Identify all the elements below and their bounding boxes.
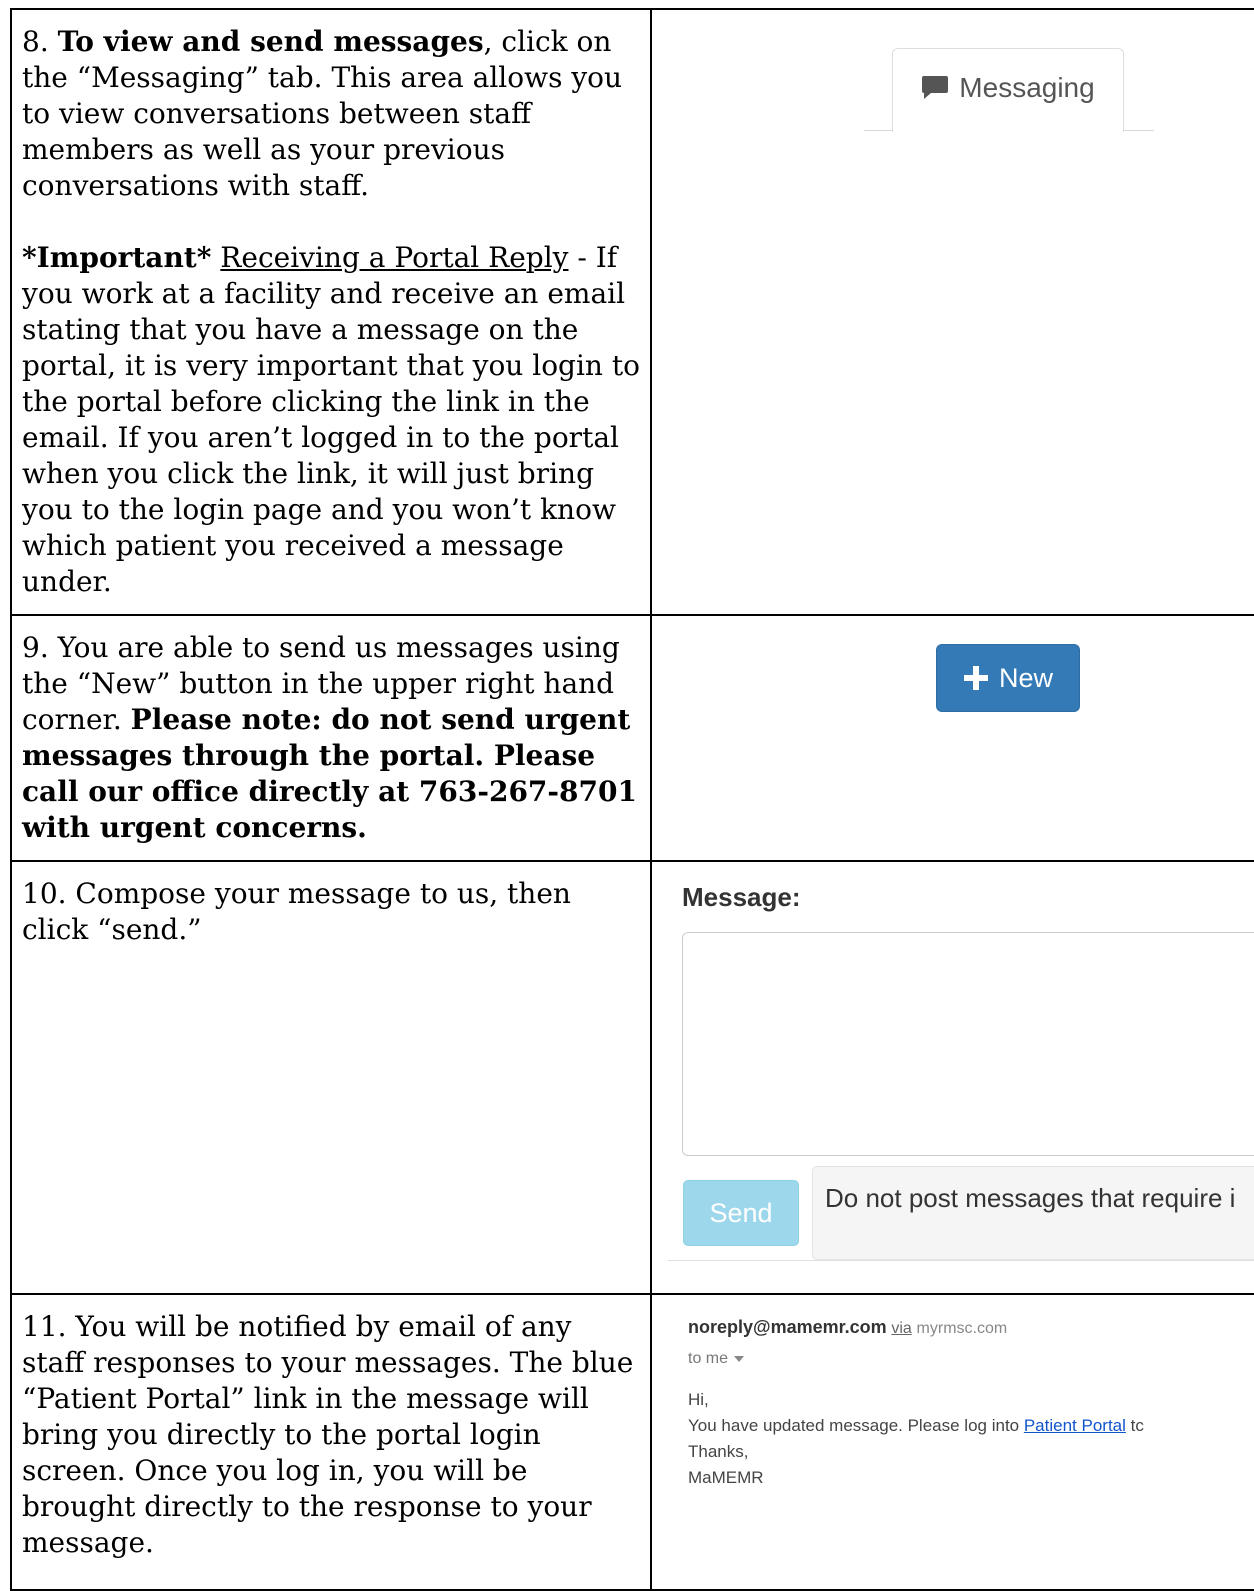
important-heading: Receiving a Portal Reply — [220, 241, 569, 274]
email-from: noreply@mamemr.com — [688, 1317, 887, 1337]
compose-divider — [668, 1260, 1254, 1261]
step-8-number: 8. — [22, 25, 49, 58]
step-9-row: 9. You are able to send us messages usin… — [10, 614, 1254, 862]
new-button-label: New — [998, 662, 1053, 693]
step-10-text-cell: 10. Compose your message to us, then cli… — [10, 860, 652, 1295]
new-message-button[interactable]: New — [936, 644, 1080, 712]
messaging-tab[interactable]: Messaging — [892, 48, 1124, 132]
steps-table: 8. To view and send messages, click on t… — [10, 8, 1254, 1591]
step-8-bold-intro: To view and send messages — [57, 25, 484, 58]
email-body-trailing: tc — [1125, 1416, 1144, 1435]
step-9-paragraph: 9. You are able to send us messages usin… — [22, 630, 640, 846]
plus-icon — [963, 666, 988, 690]
step-10-description: 10. Compose your message to us, then cli… — [22, 877, 571, 946]
important-text: - If you work at a facility and receive … — [22, 241, 640, 598]
messaging-tab-label: Messaging — [959, 71, 1095, 103]
notification-email: noreply@mamemr.com via myrmsc.com to me … — [688, 1317, 1144, 1490]
email-thanks: Thanks, — [688, 1442, 749, 1461]
email-body-text: You have updated message. Please log int… — [688, 1416, 1024, 1435]
important-paragraph: *Important* Receiving a Portal Reply - I… — [22, 240, 640, 600]
email-body: You have updated message. Please log int… — [688, 1414, 1144, 1438]
email-sender-line: noreply@mamemr.com via myrmsc.com — [688, 1317, 1144, 1338]
caret-down-icon — [734, 1356, 745, 1362]
step-11-row: 11. You will be notified by email of any… — [10, 1293, 1254, 1591]
important-label: *Important* — [22, 241, 212, 274]
step-8-text-cell: 8. To view and send messages, click on t… — [10, 8, 652, 616]
email-via: via — [891, 1320, 912, 1337]
step-10-row: 10. Compose your message to us, then cli… — [10, 860, 1254, 1295]
send-button[interactable]: Send — [683, 1180, 799, 1246]
step-11-description: 11. You will be notified by email of any… — [22, 1310, 634, 1559]
email-greeting: Hi, — [688, 1390, 709, 1409]
step-9-text-cell: 9. You are able to send us messages usin… — [10, 614, 652, 862]
message-textarea[interactable] — [682, 932, 1254, 1156]
comment-icon — [922, 75, 949, 99]
email-recipient[interactable]: to me — [688, 1350, 1144, 1368]
patient-portal-link[interactable]: Patient Portal — [1024, 1416, 1126, 1435]
message-label: Message: — [682, 882, 801, 912]
step-8-paragraph: 8. To view and send messages, click on t… — [22, 24, 640, 204]
step-11-text-cell: 11. You will be notified by email of any… — [10, 1293, 652, 1591]
email-screenshot: noreply@mamemr.com via myrmsc.com to me … — [650, 1293, 1254, 1591]
email-to: to me — [688, 1350, 729, 1367]
step-8-row: 8. To view and send messages, click on t… — [10, 8, 1254, 616]
email-signature: MaMEMR — [688, 1468, 764, 1487]
email-domain: myrmsc.com — [916, 1320, 1008, 1337]
new-button-screenshot: New — [650, 614, 1254, 862]
instructions-document: 8. To view and send messages, click on t… — [10, 8, 1254, 1591]
messaging-tab-screenshot: Messaging — [650, 8, 1254, 616]
compose-screenshot: Message: Send Do not post messages that … — [650, 860, 1254, 1295]
notice-box: Do not post messages that require i — [812, 1166, 1254, 1260]
